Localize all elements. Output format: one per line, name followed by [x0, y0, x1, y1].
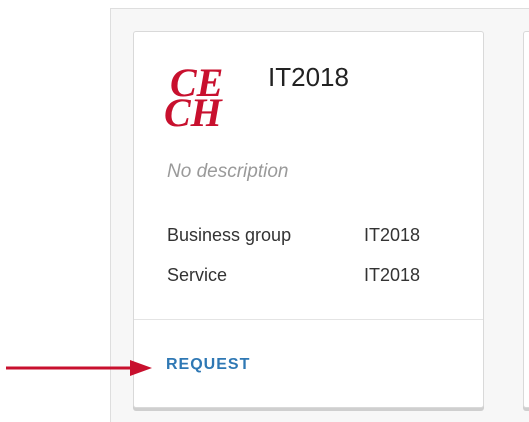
- cech-logo-icon: CE CH: [164, 58, 244, 130]
- detail-label-service: Service: [167, 265, 228, 285]
- red-arrow-icon: [6, 357, 154, 379]
- svg-text:CH: CH: [164, 90, 224, 130]
- card-title: IT2018: [268, 62, 349, 92]
- request-button[interactable]: REQUEST: [166, 356, 250, 374]
- detail-value-business-group: IT2018: [364, 225, 421, 245]
- detail-label-business-group: Business group: [167, 225, 292, 245]
- next-catalog-card[interactable]: [523, 31, 529, 408]
- catalog-item-card[interactable]: CE CH IT2018 No description Business gro…: [133, 31, 484, 408]
- detail-value-service: IT2018: [364, 265, 421, 285]
- card-divider: [134, 319, 483, 320]
- card-description: No description: [167, 161, 289, 182]
